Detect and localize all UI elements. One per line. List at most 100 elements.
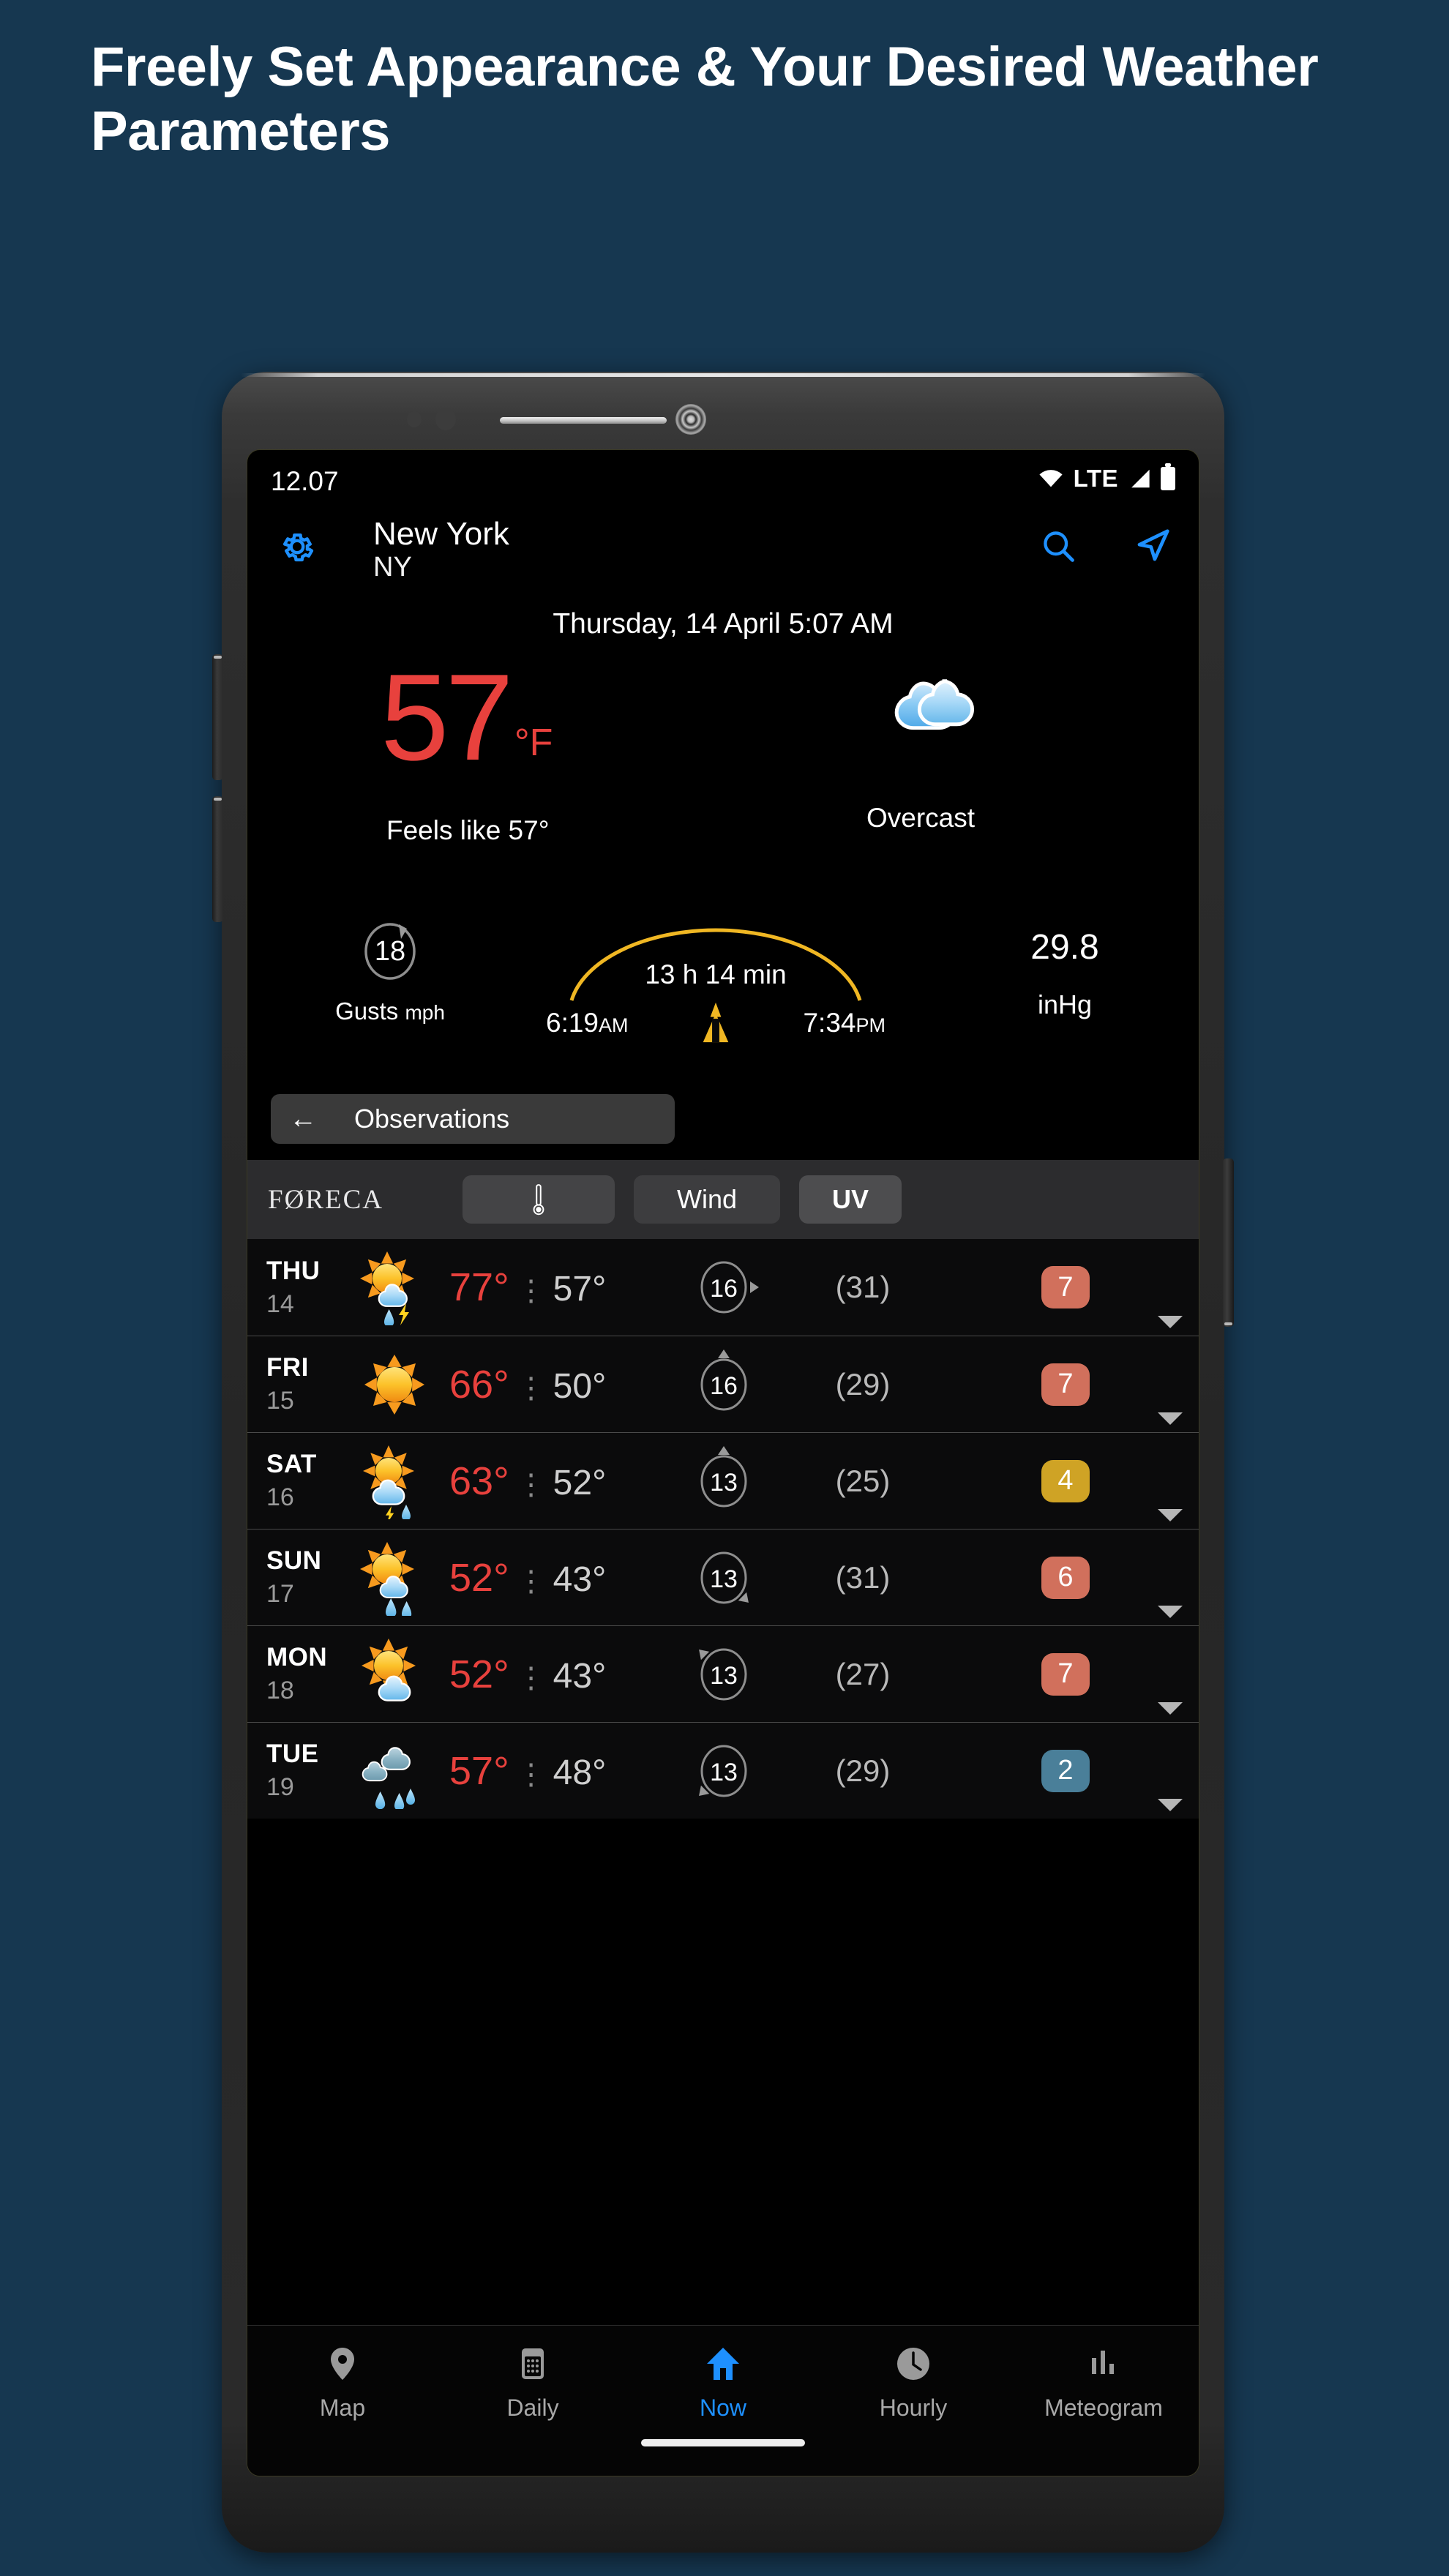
nav-item-meteogram[interactable]: Meteogram [1008, 2345, 1199, 2422]
phone-mockup: 12.07 LTE New York NY Thursday, 14 April… [212, 372, 1234, 2553]
table-row[interactable]: SUN 17 52° ⋮ 43° 13 (31) 6 [247, 1529, 1199, 1625]
forecast-temperature-cell: 63° ⋮ 52° [449, 1459, 654, 1504]
condition-label: Overcast [866, 803, 976, 833]
sun-cloud-rain-icon [363, 1445, 414, 1519]
forecast-weather-cell [340, 1733, 449, 1809]
current-temperature: 57 [381, 648, 514, 786]
table-row[interactable]: TUE 19 57° ⋮ 48° 13 (29) 2 [247, 1722, 1199, 1819]
nav-item-label: Daily [506, 2395, 559, 2421]
chevron-down-icon[interactable] [1158, 1509, 1183, 1521]
gusts-label: Gusts mph [335, 997, 445, 1025]
day-name: FRI [266, 1353, 309, 1382]
table-row[interactable]: MON 18 52° ⋮ 43° 13 (27) 7 [247, 1625, 1199, 1722]
uv-badge: 7 [1041, 1363, 1090, 1406]
sun-times: 6:19AM 7:34PM [489, 1002, 943, 1049]
low-temp: 43° [553, 1656, 607, 1696]
forecast-uv-cell: 4 [932, 1459, 1199, 1502]
chevron-down-icon[interactable] [1158, 1316, 1183, 1328]
sunrise-time: 6:19AM [546, 1008, 629, 1038]
navigation-arrow-icon[interactable] [1133, 526, 1172, 566]
nav-item-label: Map [319, 2395, 366, 2421]
chevron-down-icon[interactable] [1158, 1799, 1183, 1811]
high-temp: 57° [449, 1748, 509, 1793]
uv-badge: 6 [1041, 1556, 1090, 1599]
volume-up-button[interactable] [212, 654, 223, 780]
tab-uv[interactable]: UV [799, 1175, 902, 1224]
forecast-gust-cell: (29) [835, 1753, 891, 1788]
table-row[interactable]: THU 14 77° ⋮ 57° 16 (31) 7 [247, 1239, 1199, 1336]
temperature-block: 57 °F Feels like 57° [381, 648, 553, 846]
temp-separator: ⋮ [516, 1758, 546, 1791]
chevron-down-icon[interactable] [1158, 1702, 1183, 1715]
forecast-gust-cell: (29) [835, 1366, 891, 1401]
temp-separator: ⋮ [516, 1275, 546, 1307]
volume-down-button[interactable] [212, 796, 223, 922]
day-date: 17 [266, 1580, 294, 1608]
power-button[interactable] [1223, 1158, 1234, 1327]
forecast-temperature-cell: 52° ⋮ 43° [449, 1652, 654, 1697]
calendar-icon [522, 2348, 544, 2379]
low-temp: 48° [553, 1753, 607, 1792]
svg-text:13: 13 [710, 1469, 738, 1497]
status-bar: 12.07 LTE [247, 450, 1199, 512]
gusts-block: 18 Gusts mph [299, 920, 482, 1025]
nav-item-daily[interactable]: Daily [438, 2345, 628, 2422]
observations-label: Observations [354, 1104, 510, 1134]
location-block[interactable]: New York NY [373, 516, 509, 583]
tab-temperature[interactable] [463, 1175, 615, 1224]
high-temp: 63° [449, 1459, 509, 1503]
day-date: 18 [266, 1677, 294, 1704]
nav-item-now[interactable]: Now [628, 2345, 818, 2422]
nav-item-hourly[interactable]: Hourly [818, 2345, 1008, 2422]
wifi-icon [1039, 470, 1063, 487]
high-temp: 52° [449, 1555, 509, 1600]
svg-text:13: 13 [710, 1759, 738, 1786]
forecast-temperature-cell: 66° ⋮ 50° [449, 1362, 654, 1407]
bottom-navigation: Map Daily Now Hourly Meteogram [247, 2325, 1199, 2476]
day-name: THU [266, 1256, 321, 1285]
day-name: TUE [266, 1740, 319, 1768]
forecast-uv-cell: 2 [932, 1749, 1199, 1792]
low-temp: 52° [553, 1463, 607, 1502]
earpiece-speaker [500, 417, 667, 424]
sunset-time: 7:34PM [803, 1008, 886, 1038]
nav-item-label: Meteogram [1044, 2395, 1163, 2421]
forecast-day-cell: TUE 19 [247, 1740, 340, 1802]
low-temp: 57° [553, 1270, 607, 1308]
forecast-wind-cell: 13 [654, 1443, 793, 1519]
pressure-unit: inHg [1037, 989, 1093, 1019]
day-date: 16 [266, 1483, 294, 1511]
observations-button[interactable]: ← Observations [271, 1094, 675, 1144]
forecast-weather-cell [340, 1249, 449, 1325]
search-icon[interactable] [1039, 527, 1077, 565]
back-arrow-icon: ← [289, 1103, 317, 1134]
front-camera-icon [675, 404, 706, 435]
gear-icon[interactable] [278, 528, 316, 566]
temp-separator: ⋮ [516, 1468, 546, 1501]
chevron-down-icon[interactable] [1158, 1606, 1183, 1618]
forecast-gust-cell: (27) [835, 1656, 891, 1691]
home-indicator[interactable] [641, 2439, 805, 2446]
nav-item-label: Now [699, 2395, 746, 2421]
header-actions [1039, 526, 1172, 566]
tab-wind[interactable]: Wind [634, 1175, 780, 1224]
nav-item-map[interactable]: Map [247, 2345, 438, 2422]
forecast-wind-cell: 16 [654, 1347, 793, 1423]
table-row[interactable]: FRI 15 66° ⋮ 50° 16 (29) 7 [247, 1336, 1199, 1432]
overcast-clouds-icon [894, 679, 975, 730]
forecast-day-cell: THU 14 [247, 1257, 340, 1319]
sun-thunderstorm-icon [360, 1251, 414, 1325]
wind-direction-icon: 13 [700, 1551, 749, 1603]
app-header: New York NY [247, 512, 1199, 591]
forecast-weather-cell [340, 1443, 449, 1519]
svg-text:16: 16 [710, 1275, 738, 1303]
day-date: 14 [266, 1289, 294, 1318]
sensor-dot-icon [407, 411, 422, 427]
forecast-weather-cell [340, 1636, 449, 1712]
chevron-down-icon[interactable] [1158, 1412, 1183, 1425]
table-row[interactable]: SAT 16 63° ⋮ 52° 13 (25) 4 [247, 1432, 1199, 1529]
uv-badge: 7 [1041, 1652, 1090, 1696]
forecast-gust-cell: (31) [835, 1560, 891, 1595]
high-temp: 52° [449, 1652, 509, 1696]
svg-text:13: 13 [710, 1662, 738, 1690]
